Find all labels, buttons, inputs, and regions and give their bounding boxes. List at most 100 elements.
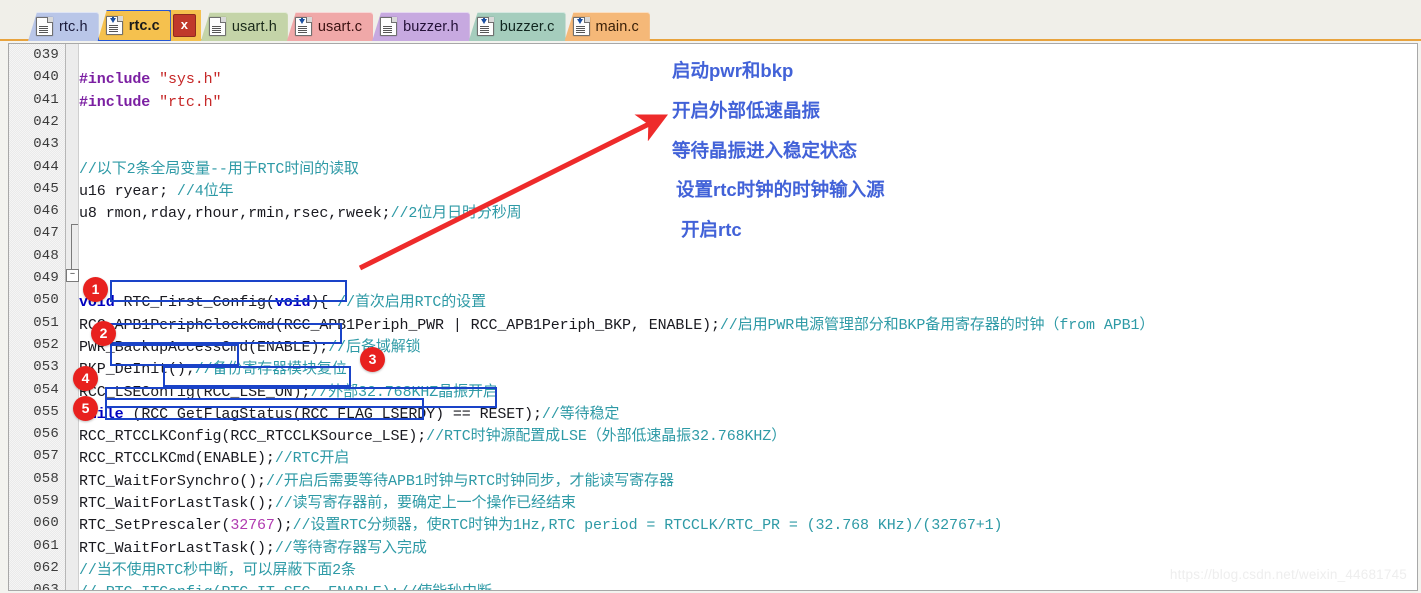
line-number: 063 bbox=[33, 582, 59, 591]
code-content[interactable]: #include "sys.h" #include "rtc.h"//以下2条全局… bbox=[79, 44, 1417, 590]
code-token: (RCC_GetFlagStatus(RCC_FLAG_LSERDY) == R… bbox=[123, 405, 542, 423]
line-number: 056 bbox=[33, 426, 59, 443]
tab-buzzer-c[interactable]: buzzer.c bbox=[468, 12, 566, 41]
tab-label: usart.h bbox=[231, 18, 277, 35]
code-token: #include bbox=[79, 71, 160, 89]
file-header-icon bbox=[380, 17, 398, 36]
line-number: 047 bbox=[33, 225, 59, 242]
code-editor-window: rtc.h rtc.c x usart.h usart.c buzzer.h buzzer.… bbox=[0, 0, 1421, 593]
line-number: 042 bbox=[33, 113, 59, 130]
file-source-icon bbox=[294, 17, 312, 36]
code-token: RTC_WaitForLastTask(); bbox=[79, 539, 275, 557]
code-token: //等待稳定 bbox=[541, 405, 620, 423]
tab-label: main.c bbox=[595, 18, 639, 35]
code-token: //读写寄存器前，要确定上一个操作已经结束 bbox=[274, 495, 576, 512]
code-line[interactable]: RTC_WaitForLastTask();//读写寄存器前，要确定上一个操作已… bbox=[79, 493, 576, 515]
source-editor[interactable]: 039 040 041 042 043 044 045 046 047 048 049 050 051 0… bbox=[8, 43, 1418, 591]
line-number: 058 bbox=[33, 470, 59, 487]
fold-range-line bbox=[71, 224, 72, 269]
code-line[interactable]: #include "sys.h" bbox=[79, 69, 222, 91]
file-source-icon bbox=[572, 17, 590, 36]
line-number: 039 bbox=[33, 47, 59, 63]
code-line[interactable]: while (RCC_GetFlagStatus(RCC_FLAG_LSERDY… bbox=[79, 404, 619, 426]
file-header-icon bbox=[36, 17, 53, 36]
tab-rtc-c[interactable]: rtc.c bbox=[97, 10, 171, 41]
line-number: 061 bbox=[33, 537, 59, 554]
code-line[interactable]: void RTC_First_Config(void){ //首次启用RTC的设… bbox=[79, 292, 486, 314]
code-token: u8 rmon,rday,rhour,rmin,rsec,rweek; bbox=[79, 205, 391, 223]
code-token: //2位月日时分秒周 bbox=[390, 205, 522, 223]
watermark: https://blog.csdn.net/weixin_44681745 bbox=[1169, 567, 1407, 582]
file-source-icon bbox=[105, 16, 123, 35]
tab-buzzer-h[interactable]: buzzer.h bbox=[372, 12, 470, 41]
line-number: 049 bbox=[33, 270, 59, 286]
line-number: 055 bbox=[33, 403, 59, 420]
code-line[interactable]: BKP_DeInit();//备份寄存器模块复位 bbox=[79, 359, 347, 381]
code-token: ); bbox=[274, 517, 293, 535]
code-line[interactable]: u16 ryear; //4位年 bbox=[79, 181, 234, 203]
code-line[interactable]: RTC_SetPrescaler(32767);//设置RTC分频器，使RTC时… bbox=[79, 515, 1003, 537]
code-line[interactable]: RCC_APB1PeriphClockCmd(RCC_APB1Periph_PW… bbox=[79, 315, 1154, 337]
code-line[interactable]: //以下2条全局变量--用于RTC时间的读取 bbox=[79, 159, 359, 181]
code-token: PWR_BackupAccessCmd(ENABLE); bbox=[79, 338, 329, 356]
code-token: //首次启用RTC的设置 bbox=[337, 294, 486, 312]
close-icon[interactable]: x bbox=[172, 14, 196, 37]
code-line[interactable]: PWR_BackupAccessCmd(ENABLE);//后备域解锁 bbox=[79, 337, 421, 359]
code-token: u16 ryear; bbox=[79, 182, 177, 200]
code-token: //设置RTC分频器，使RTC时钟为1Hz,RTC period = RTCCL… bbox=[292, 517, 1003, 535]
code-line[interactable]: RTC_WaitForLastTask();//等待寄存器写入完成 bbox=[79, 538, 427, 560]
tab-label: usart.c bbox=[317, 18, 363, 35]
code-token: #include bbox=[79, 93, 160, 111]
line-number: 062 bbox=[33, 559, 59, 576]
code-token: RCC_RTCCLKCmd(ENABLE); bbox=[79, 450, 275, 468]
line-number: 044 bbox=[33, 158, 59, 175]
code-token: //后备域解锁 bbox=[328, 338, 421, 356]
line-number: 057 bbox=[33, 448, 59, 465]
code-token: // RTC_ITConfig(RTC_IT_SEC, ENABLE);//使能… bbox=[79, 584, 492, 590]
line-number: 045 bbox=[33, 180, 59, 197]
code-token: //开启后需要等待APB1时钟与RTC时钟同步，才能读写寄存器 bbox=[265, 472, 674, 490]
code-token: RTC_First_Config( bbox=[114, 294, 275, 312]
code-token: //以下2条全局变量--用于RTC时间的读取 bbox=[79, 160, 359, 178]
fold-range-tick bbox=[71, 224, 78, 225]
tab-label: buzzer.c bbox=[499, 18, 555, 35]
tab-rtc-h[interactable]: rtc.h bbox=[28, 12, 99, 41]
code-token: 32767 bbox=[230, 517, 275, 535]
tab-close-area[interactable]: x bbox=[169, 10, 201, 41]
file-header-icon bbox=[208, 17, 226, 36]
code-line[interactable]: //当不使用RTC秒中断，可以屏蔽下面2条 bbox=[79, 560, 356, 582]
line-number: 050 bbox=[33, 292, 59, 309]
code-token: RCC_RTCCLKConfig(RCC_RTCCLKSource_LSE); bbox=[79, 428, 427, 446]
code-token: void bbox=[79, 294, 115, 312]
code-folding-column[interactable] bbox=[66, 44, 79, 590]
code-line[interactable]: RCC_RTCCLKCmd(ENABLE);//RTC开启 bbox=[79, 448, 349, 470]
code-line[interactable]: #include "rtc.h" bbox=[79, 92, 222, 114]
code-token: //当不使用RTC秒中断，可以屏蔽下面2条 bbox=[79, 561, 356, 579]
code-token: //备份寄存器模块复位 bbox=[194, 361, 347, 379]
tab-label: buzzer.h bbox=[403, 18, 459, 35]
tab-strip: rtc.h rtc.c x usart.h usart.c buzzer.h buzzer.… bbox=[28, 8, 650, 41]
line-number: 059 bbox=[33, 493, 59, 509]
tab-label: rtc.c bbox=[128, 17, 160, 34]
line-number: 041 bbox=[33, 91, 59, 108]
tab-usart-c[interactable]: usart.c bbox=[286, 12, 374, 41]
code-token: RCC_APB1PeriphClockCmd(RCC_APB1Periph_PW… bbox=[79, 316, 720, 334]
code-line[interactable]: RTC_WaitForSynchro();//开启后需要等待APB1时钟与RTC… bbox=[79, 471, 674, 493]
line-number: 053 bbox=[33, 359, 59, 376]
line-number: 048 bbox=[33, 247, 59, 264]
code-token: void bbox=[274, 294, 311, 312]
fold-collapse-box[interactable]: – bbox=[66, 269, 79, 282]
code-token: RCC_LSEConfig(RCC_LSE_ON); bbox=[79, 383, 311, 401]
line-number: 060 bbox=[33, 515, 59, 532]
code-token: BKP_DeInit(); bbox=[79, 361, 195, 379]
tab-main-c[interactable]: main.c bbox=[564, 12, 650, 41]
code-token: //RTC开启 bbox=[274, 450, 350, 468]
code-token: ){ bbox=[310, 294, 338, 312]
code-line[interactable]: RCC_RTCCLKConfig(RCC_RTCCLKSource_LSE);/… bbox=[79, 426, 786, 448]
line-number: 051 bbox=[33, 314, 59, 331]
code-line[interactable]: // RTC_ITConfig(RTC_IT_SEC, ENABLE);//使能… bbox=[79, 582, 492, 590]
code-line[interactable]: RCC_LSEConfig(RCC_LSE_ON);//外部32.768KHZ晶… bbox=[79, 382, 498, 404]
code-token: "rtc.h" bbox=[159, 93, 222, 111]
tab-usart-h[interactable]: usart.h bbox=[200, 12, 288, 41]
code-line[interactable]: u8 rmon,rday,rhour,rmin,rsec,rweek;//2位月… bbox=[79, 203, 522, 225]
